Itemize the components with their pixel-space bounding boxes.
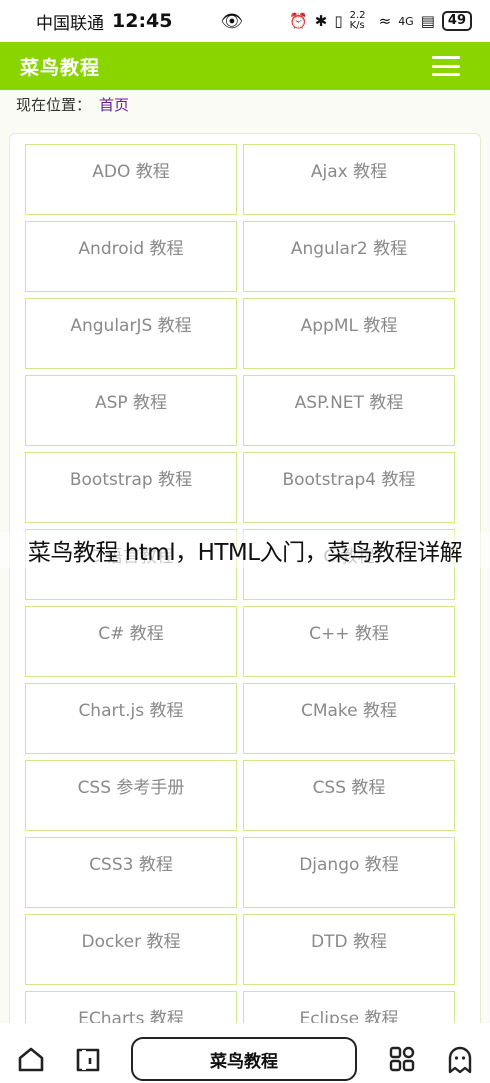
course-card[interactable]: Bootstrap4 教程 xyxy=(243,452,455,523)
address-bar-button[interactable]: 菜鸟教程 xyxy=(131,1037,357,1081)
course-card[interactable]: C++ 教程 xyxy=(243,606,455,677)
course-card[interactable]: ASP.NET 教程 xyxy=(243,375,455,446)
site-title[interactable]: 菜鸟教程 xyxy=(20,53,100,80)
battery-indicator: 49 xyxy=(441,11,472,31)
course-grid: ADO 教程 Ajax 教程 Android 教程 Angular2 教程 Angula… xyxy=(25,144,455,1062)
clock: 12:45 xyxy=(112,10,173,32)
course-card[interactable]: Angular2 教程 xyxy=(243,221,455,292)
course-card[interactable]: Bootstrap 教程 xyxy=(25,452,237,523)
course-card[interactable]: ADO 教程 xyxy=(25,144,237,215)
home-icon[interactable] xyxy=(17,1046,45,1072)
network-label: 4G xyxy=(398,14,414,28)
speed-label: 2.2 K/s xyxy=(349,10,366,31)
course-card[interactable]: CSS 参考手册 xyxy=(25,760,237,831)
course-card[interactable]: AngularJS 教程 xyxy=(25,298,237,369)
overlay-caption: 菜鸟教程 html，HTML入门，菜鸟教程详解 xyxy=(0,532,490,568)
course-card[interactable]: ASP 教程 xyxy=(25,375,237,446)
menu-icon[interactable] xyxy=(432,56,460,76)
signal-icon: ▤ xyxy=(420,12,435,30)
profile-ghost-icon[interactable] xyxy=(447,1046,473,1074)
apps-grid-icon[interactable] xyxy=(389,1046,415,1072)
tabs-icon[interactable] xyxy=(74,1046,102,1074)
course-card[interactable]: C# 教程 xyxy=(25,606,237,677)
alarm-icon: ⏰ xyxy=(289,12,308,30)
course-card[interactable]: Android 教程 xyxy=(25,221,237,292)
vibrate-icon: ▯ xyxy=(334,12,343,30)
course-card[interactable]: DTD 教程 xyxy=(243,914,455,985)
course-card[interactable]: Django 教程 xyxy=(243,837,455,908)
course-card[interactable]: Docker 教程 xyxy=(25,914,237,985)
course-card[interactable]: AppML 教程 xyxy=(243,298,455,369)
status-bar: 中国联通 12:45 👁 ⏰ ✱ ▯ 2.2 K/s ≈ 4G ▤ 49 xyxy=(0,0,490,42)
site-header: 菜鸟教程 xyxy=(0,42,490,90)
course-card[interactable]: CSS3 教程 xyxy=(25,837,237,908)
breadcrumb-label: 现在位置： xyxy=(16,96,92,114)
breadcrumb-home-link[interactable]: 首页 xyxy=(99,96,129,114)
course-card[interactable]: Chart.js 教程 xyxy=(25,683,237,754)
breadcrumb: 现在位置： 首页 xyxy=(16,94,129,115)
course-card[interactable]: CSS 教程 xyxy=(243,760,455,831)
course-card[interactable]: Ajax 教程 xyxy=(243,144,455,215)
course-card[interactable]: CMake 教程 xyxy=(243,683,455,754)
bluetooth-icon: ✱ xyxy=(314,12,328,30)
carrier-label: 中国联通 xyxy=(36,13,104,34)
wifi-icon: ≈ xyxy=(378,12,392,30)
eye-icon: 👁 xyxy=(220,10,244,32)
